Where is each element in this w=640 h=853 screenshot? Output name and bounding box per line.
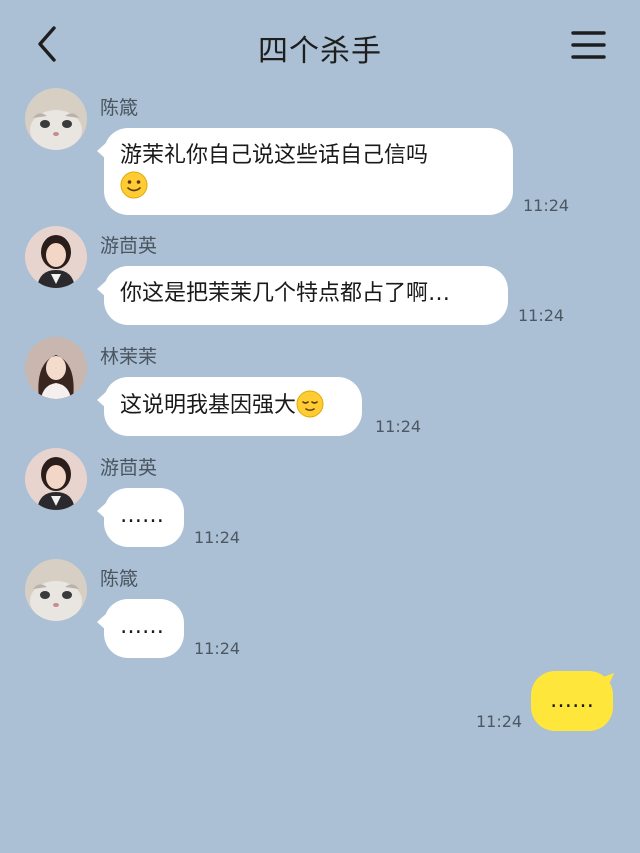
message-bubble[interactable]: …… bbox=[97, 488, 184, 547]
message-bubble[interactable]: 这说明我基因强大 bbox=[97, 377, 362, 436]
avatar[interactable] bbox=[25, 88, 87, 150]
message-time: 11:24 bbox=[523, 196, 570, 215]
self-message-text: …… bbox=[550, 688, 594, 713]
message-bubble[interactable]: …… bbox=[97, 599, 184, 658]
woman-avatar-1-icon bbox=[25, 448, 87, 510]
relieved-face-icon bbox=[296, 390, 324, 418]
message-bubble[interactable]: 游茉礼你自己说这些话自己信吗 bbox=[97, 128, 513, 215]
message-text: 游茉礼你自己说这些话自己信吗 bbox=[120, 143, 429, 168]
message-bubble[interactable]: 你这是把茉茉几个特点都占了啊… bbox=[97, 266, 508, 325]
message-text: …… bbox=[120, 503, 164, 528]
cat-avatar-icon bbox=[25, 88, 87, 150]
sender-name: 游茴英 bbox=[100, 235, 158, 257]
message-text: …… bbox=[120, 614, 164, 639]
sender-name: 陈箴 bbox=[100, 97, 139, 119]
woman-avatar-1-icon bbox=[25, 226, 87, 288]
menu-button[interactable] bbox=[568, 28, 608, 62]
message-time: 11:24 bbox=[518, 306, 565, 325]
woman-avatar-2-icon bbox=[25, 337, 87, 399]
slightly-smiling-face-icon bbox=[120, 171, 148, 199]
sender-name: 陈箴 bbox=[100, 568, 139, 590]
self-message-time: 11:24 bbox=[476, 712, 523, 731]
avatar[interactable] bbox=[25, 226, 87, 288]
cat-avatar-icon bbox=[25, 559, 87, 621]
avatar[interactable] bbox=[25, 559, 87, 621]
message-time: 11:24 bbox=[375, 417, 422, 436]
message-time: 11:24 bbox=[194, 528, 241, 547]
chat-title: 四个杀手 bbox=[258, 34, 382, 69]
message-text: 这说明我基因强大 bbox=[120, 393, 297, 418]
sender-name: 游茴英 bbox=[100, 457, 158, 479]
message-text: 你这是把茉茉几个特点都占了啊… bbox=[120, 281, 451, 306]
avatar[interactable] bbox=[25, 448, 87, 510]
sender-name: 林茉茉 bbox=[100, 346, 158, 368]
chat-header: 四个杀手 bbox=[0, 0, 640, 90]
hamburger-menu-icon bbox=[571, 31, 606, 59]
self-message-bubble[interactable]: …… bbox=[531, 671, 613, 731]
avatar[interactable] bbox=[25, 337, 87, 399]
message-time: 11:24 bbox=[194, 639, 241, 658]
